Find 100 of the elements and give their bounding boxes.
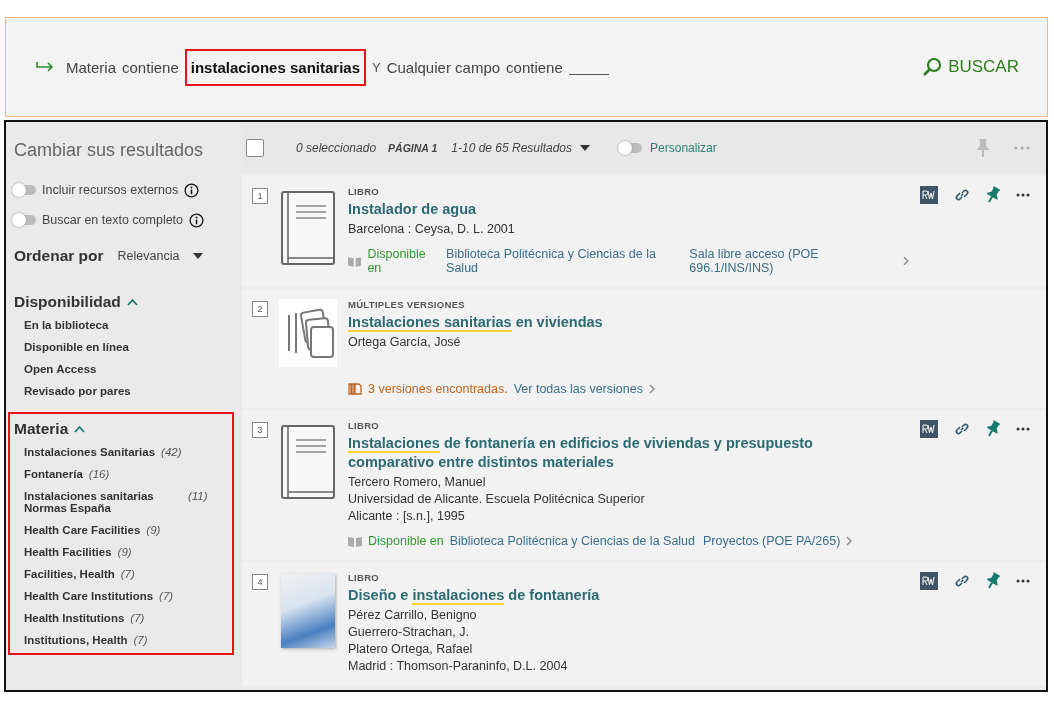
facet-option[interactable]: Open Access <box>24 363 97 375</box>
facet-count: (42) <box>161 446 182 458</box>
result-detail: Ortega García, José <box>348 335 462 349</box>
facet-count: (11) <box>188 490 208 502</box>
chevron-icon[interactable] <box>903 256 910 266</box>
toggle-label: Buscar en texto completo <box>42 213 184 227</box>
refworks-icon[interactable] <box>920 420 938 438</box>
select-all-checkbox[interactable] <box>246 139 264 157</box>
page-label: PÁGINA 1 <box>388 142 438 154</box>
facet-count: (9) <box>146 524 161 536</box>
result-title-link[interactable]: Instalaciones de fontanería en edificios de viviendas y presupuesto comparativo entre distintos materiales <box>348 434 910 472</box>
result-detail: Guerrero-Strachan, J. <box>348 625 470 639</box>
facet-option[interactable]: Instalaciones sanitarias Normas España <box>24 490 182 514</box>
facet-option[interactable]: Health Care Facilities <box>24 524 141 536</box>
all-versions-link[interactable]: Ver todas las versiones <box>513 382 643 396</box>
arrow-icon <box>36 61 54 73</box>
more-icon[interactable] <box>1016 579 1030 583</box>
facet-title[interactable]: Disponibilidad <box>14 293 121 311</box>
info-icon[interactable] <box>184 182 200 198</box>
result-detail: Platero Ortega, Rafael <box>348 642 474 656</box>
field-label: Materia <box>66 58 117 76</box>
facet-option[interactable]: Instalaciones Sanitarias <box>24 446 156 458</box>
facet-count: (9) <box>117 546 132 558</box>
result-number: 4 <box>252 574 268 590</box>
result-detail: Tercero Romero, Manuel <box>348 475 487 489</box>
result-detail: Barcelona : Ceysa, D. L. 2001 <box>348 222 516 236</box>
facet-count: (7) <box>120 568 135 580</box>
sort-dropdown[interactable]: Relevancia <box>115 247 206 265</box>
facet-option[interactable]: En la biblioteca <box>24 319 109 331</box>
refworks-icon[interactable] <box>920 186 938 204</box>
facet-option[interactable]: Fontanería <box>24 468 83 480</box>
chevron-icon[interactable] <box>74 425 86 433</box>
result-title-link[interactable]: Instalaciones sanitarias en viviendas <box>348 313 1030 332</box>
toggle-label: Incluir recursos externos <box>42 183 179 197</box>
more-icon[interactable] <box>1016 193 1030 197</box>
results-dropdown[interactable]: 1-10 de 65 Resultados <box>449 139 593 157</box>
facet-count: (7) <box>133 634 148 646</box>
result-number: 1 <box>252 188 268 204</box>
sidebar-title: Cambiar sus resultados <box>14 140 205 161</box>
location-link[interactable]: Biblioteca Politécnica y Ciencias de la Salud <box>446 247 682 275</box>
link-icon[interactable] <box>954 573 970 589</box>
connector-label: Y <box>372 59 381 75</box>
facet-option[interactable]: Institutions, Health <box>24 634 128 646</box>
caret-icon <box>193 253 204 259</box>
info-icon[interactable] <box>189 212 205 228</box>
toggle-switch[interactable] <box>620 143 643 153</box>
pin-icon[interactable] <box>986 572 1000 590</box>
shelf-location: Proyectos (POE PA/265) <box>703 534 841 548</box>
location-link[interactable]: Biblioteca Politécnica y Ciencias de la Salud <box>449 534 696 548</box>
resource-type: LIBRO <box>348 572 381 583</box>
pin-icon[interactable] <box>986 186 1000 204</box>
versions-found: 3 versiones encontradas. <box>368 382 508 396</box>
resource-type: LIBRO <box>348 420 381 431</box>
facet-option[interactable]: Health Care Institutions <box>24 590 154 602</box>
operator-label: contiene <box>506 58 563 76</box>
shelf-location: Sala libre acceso (POE 696.1/INS/INS) <box>689 247 820 275</box>
facet-option[interactable]: Facilities, Health <box>24 568 115 580</box>
chevron-icon[interactable] <box>846 536 854 546</box>
field-label: Cualquier campo <box>386 58 501 76</box>
facet-count: (16) <box>88 468 110 480</box>
result-number: 3 <box>252 422 268 438</box>
facet-option[interactable]: Disponible en línea <box>24 341 129 353</box>
facet-option[interactable]: Revisado por pares <box>24 385 131 397</box>
resource-type: MÚLTIPLES VERSIONES <box>348 299 466 310</box>
link-icon[interactable] <box>954 421 970 437</box>
search-button[interactable]: BUSCAR <box>918 53 1023 81</box>
document-stack-icon <box>279 299 337 367</box>
pin-icon[interactable] <box>986 420 1000 438</box>
versions-icon <box>348 383 362 395</box>
selected-count: 0 seleccionado <box>296 141 377 155</box>
chevron-icon[interactable] <box>126 298 138 306</box>
search-icon <box>922 57 943 77</box>
facet-count: (7) <box>130 612 145 624</box>
query-value[interactable]: instalaciones sanitarias <box>184 48 366 86</box>
more-icon[interactable] <box>1016 427 1030 431</box>
resource-type: LIBRO <box>348 186 381 197</box>
result-title-link[interactable]: Instalador de agua <box>348 200 910 219</box>
sort-label: Ordenar por <box>14 247 104 265</box>
operator-label: contiene <box>122 58 179 76</box>
result-detail: Universidad de Alicante. Escuela Politécnica Superior <box>348 492 646 506</box>
caret-icon <box>580 145 591 151</box>
result-detail: Pérez Carrillo, Benigno <box>348 608 478 622</box>
toggle-switch[interactable] <box>14 215 36 225</box>
toggle-switch[interactable] <box>14 185 36 195</box>
availability-status: Disponible en <box>368 534 444 548</box>
facet-option[interactable]: Health Institutions <box>24 612 125 624</box>
facet-title[interactable]: Materia <box>14 420 69 438</box>
facet-option[interactable]: Health Facilities <box>24 546 112 558</box>
result-title-link[interactable]: Diseño e instalaciones de fontanería <box>348 586 910 605</box>
chevron-icon[interactable] <box>648 384 656 394</box>
result-number: 2 <box>252 301 268 317</box>
open-book-icon <box>348 535 362 547</box>
refworks-icon[interactable] <box>920 572 938 590</box>
result-detail: Madrid : Thomson-Paraninfo, D.L. 2004 <box>348 659 569 673</box>
facet-count: (7) <box>159 590 174 602</box>
open-book-icon <box>348 255 362 267</box>
link-icon[interactable] <box>954 187 970 203</box>
personalize-label: Personalizar <box>650 141 717 155</box>
result-detail: Alicante : [s.n.], 1995 <box>348 509 466 523</box>
availability-status: Disponible en <box>367 247 427 275</box>
